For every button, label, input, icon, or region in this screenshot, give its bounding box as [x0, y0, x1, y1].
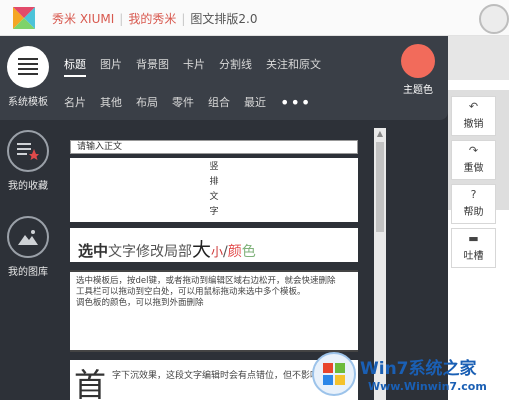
- breadcrumb-separator: |: [119, 12, 124, 26]
- body-text-placeholder: 请输入正文: [77, 142, 123, 152]
- category-tabs-row-2: 名片 其他 布局 零件 组合 最近 •••: [64, 93, 311, 113]
- heading-mid: 文字修改局部: [108, 244, 193, 260]
- redo-button[interactable]: ↷ 重做: [451, 140, 496, 180]
- site-watermark: Win7系统之家 Www.Winwin7.com: [312, 352, 509, 400]
- editor-actions: ↶ 撤销 ↷ 重做 ? 帮助 ▬ 吐槽: [451, 96, 496, 272]
- theme-color-label: 主题色: [403, 85, 433, 96]
- breadcrumb: 秀米 XIUMI | 我的秀米 | 图文排版2.0: [52, 10, 257, 27]
- heading-bold: 选中: [78, 242, 109, 260]
- feedback-button[interactable]: ▬ 吐槽: [451, 228, 496, 268]
- image-gallery-icon: [7, 216, 49, 258]
- breadcrumb-current: 图文排版2.0: [190, 12, 258, 26]
- redo-icon: ↷: [468, 144, 479, 157]
- tab-title[interactable]: 标题: [64, 56, 86, 77]
- help-icon: ?: [470, 188, 477, 201]
- tab-follow-and-source[interactable]: 关注和原文: [266, 56, 321, 75]
- tip-line: 调色板的颜色，可以拖到外面删除: [76, 298, 204, 308]
- more-tabs-button[interactable]: •••: [280, 93, 311, 112]
- sidebar-item-system-templates[interactable]: 系统模板: [0, 36, 56, 120]
- heading-big: 大: [192, 239, 212, 261]
- vertical-char: 排: [209, 177, 219, 187]
- sidebar-item-label: 系统模板: [8, 97, 48, 108]
- favorites-icon: [7, 130, 49, 172]
- tab-recent[interactable]: 最近: [244, 94, 266, 113]
- scroll-up-arrow-icon[interactable]: ▲: [374, 128, 386, 140]
- tab-parts[interactable]: 零件: [172, 94, 194, 113]
- template-list-icon: [7, 46, 49, 88]
- template-body-text[interactable]: 请输入正文: [70, 140, 358, 154]
- template-styled-heading[interactable]: 选中文字修改局部大小/颜色: [70, 228, 358, 262]
- tip-line: 选中模板后，按del键，或者拖动到编辑区域右边松开，就会快速删除: [76, 276, 336, 286]
- undo-icon: ↶: [468, 100, 479, 113]
- vertical-char: 文: [209, 192, 219, 202]
- sidebar-item-gallery[interactable]: 我的图库: [0, 216, 56, 278]
- tab-divider[interactable]: 分割线: [219, 56, 252, 75]
- help-label: 帮助: [463, 207, 484, 218]
- theme-color-picker[interactable]: 主题色: [398, 44, 438, 96]
- heading-small: 小: [211, 245, 224, 259]
- template-vertical-text[interactable]: 竖 排 文 字: [70, 158, 358, 222]
- breadcrumb-home[interactable]: 秀米 XIUMI: [52, 10, 114, 27]
- chat-icon: ▬: [468, 232, 479, 245]
- user-avatar-icon[interactable]: [479, 4, 509, 34]
- watermark-title: Win7系统之家: [360, 359, 477, 379]
- vertical-text: 竖 排 文 字: [209, 160, 219, 220]
- top-bar: 秀米 XIUMI | 我的秀米 | 图文排版2.0: [0, 0, 509, 36]
- watermark-url: Www.Winwin7.com: [368, 380, 487, 393]
- tab-image[interactable]: 图片: [100, 56, 122, 75]
- tab-card[interactable]: 卡片: [183, 56, 205, 75]
- breadcrumb-my-xiumi[interactable]: 我的秀米: [128, 10, 176, 27]
- tab-layout[interactable]: 布局: [136, 94, 158, 113]
- sidebar-item-favorites[interactable]: 我的收藏: [0, 130, 56, 192]
- scroll-thumb[interactable]: [376, 142, 384, 232]
- tab-business-card[interactable]: 名片: [64, 94, 86, 113]
- sidebar: 系统模板 我的收藏 我的图库: [0, 36, 56, 400]
- sidebar-item-label: 我的图库: [8, 267, 48, 278]
- tab-combination[interactable]: 组合: [208, 94, 230, 113]
- heading-color-2: 色: [241, 244, 256, 260]
- xiumi-logo-icon[interactable]: [10, 4, 38, 32]
- feedback-label: 吐槽: [463, 251, 484, 262]
- undo-button[interactable]: ↶ 撤销: [451, 96, 496, 136]
- tab-background-image[interactable]: 背景图: [136, 56, 169, 75]
- tab-other[interactable]: 其他: [100, 94, 122, 113]
- tip-line: 工具栏可以拖动到空白处，可以用鼠标拖动来选中多个模板。: [76, 287, 306, 297]
- dropcap-char: 首: [74, 366, 107, 400]
- theme-color-swatch[interactable]: [401, 44, 435, 78]
- sidebar-item-label: 我的收藏: [8, 181, 48, 192]
- redo-label: 重做: [463, 163, 484, 174]
- windows-logo-icon: [312, 352, 356, 396]
- vertical-char: 字: [209, 207, 219, 217]
- help-button[interactable]: ? 帮助: [451, 184, 496, 224]
- undo-label: 撤销: [463, 119, 484, 130]
- category-tabs-row-1: 标题 图片 背景图 卡片 分割线 关注和原文: [64, 56, 335, 77]
- dropcap-text: 字下沉效果，这段文字编辑时会有点错位，但不影响: [112, 371, 320, 381]
- template-tips[interactable]: 选中模板后，按del键，或者拖动到编辑区域右边松开，就会快速删除 工具栏可以拖动…: [70, 270, 358, 352]
- breadcrumb-separator: |: [181, 12, 186, 26]
- vertical-char: 竖: [209, 162, 219, 172]
- heading-color-1: 颜: [227, 244, 242, 260]
